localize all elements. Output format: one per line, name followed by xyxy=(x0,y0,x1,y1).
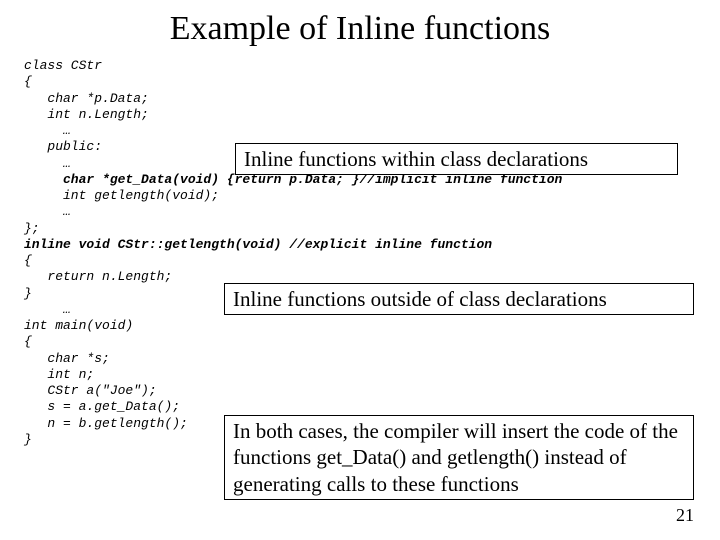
code-line: int getlength(void); xyxy=(24,188,696,204)
code-line: int n.Length; xyxy=(24,107,696,123)
code-emph: inline void CStr::getlength(void) xyxy=(24,237,289,252)
code-line: s = a.get_Data(); xyxy=(24,399,696,415)
code-line: { xyxy=(24,74,696,90)
slide-title: Example of Inline functions xyxy=(24,10,696,48)
code-line: char *p.Data; xyxy=(24,91,696,107)
callout-compiler-note: In both cases, the compiler will insert … xyxy=(224,415,694,500)
code-comment: //explicit inline function xyxy=(289,237,492,252)
callout-outside-class: Inline functions outside of class declar… xyxy=(224,283,694,315)
code-line: { xyxy=(24,253,696,269)
code-line: CStr a("Joe"); xyxy=(24,383,696,399)
code-line: inline void CStr::getlength(void) //expl… xyxy=(24,237,696,253)
code-line: … xyxy=(24,123,696,139)
code-line: char *s; xyxy=(24,351,696,367)
code-line: }; xyxy=(24,221,696,237)
code-block: class CStr { char *p.Data; int n.Length;… xyxy=(24,58,696,448)
code-line: int n; xyxy=(24,367,696,383)
code-line: { xyxy=(24,334,696,350)
page-number: 21 xyxy=(676,505,694,526)
code-line: … xyxy=(24,204,696,220)
callout-within-class: Inline functions within class declaratio… xyxy=(235,143,678,175)
code-line: int main(void) xyxy=(24,318,696,334)
code-line: class CStr xyxy=(24,58,696,74)
